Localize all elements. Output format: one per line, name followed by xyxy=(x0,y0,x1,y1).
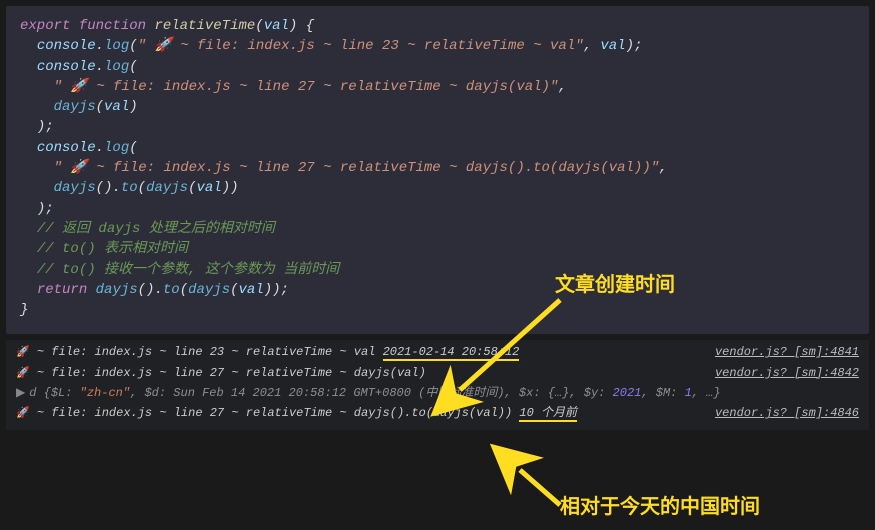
console-log-row: 🚀 ~ file: index.js ~ line 23 ~ relativeT… xyxy=(16,342,859,363)
rocket-icon: 🚀 xyxy=(16,368,30,380)
code-line: ); xyxy=(20,117,855,137)
console-source-link[interactable]: vendor.js? [sm]:4846 xyxy=(715,404,859,422)
code-editor-panel: export function relativeTime(val) { cons… xyxy=(6,6,869,334)
code-line: ); xyxy=(20,199,855,219)
console-panel: 🚀 ~ file: index.js ~ line 23 ~ relativeT… xyxy=(6,340,869,430)
rocket-icon: 🚀 xyxy=(16,347,30,359)
code-line: " 🚀 ~ file: index.js ~ line 27 ~ relativ… xyxy=(20,77,855,97)
console-source-link[interactable]: vendor.js? [sm]:4841 xyxy=(715,343,859,361)
code-line: " 🚀 ~ file: index.js ~ line 27 ~ relativ… xyxy=(20,158,855,178)
highlighted-relative-time: 10 个月前 xyxy=(519,406,577,422)
code-line: dayjs(val) xyxy=(20,97,855,117)
code-line: console.log(" 🚀 ~ file: index.js ~ line … xyxy=(20,36,855,56)
code-line: // to() 表示相对时间 xyxy=(20,239,855,259)
code-line: dayjs().to(dayjs(val)) xyxy=(20,178,855,198)
code-line: console.log( xyxy=(20,57,855,77)
rocket-icon: 🚀 xyxy=(16,408,30,420)
code-line: export function relativeTime(val) { xyxy=(20,16,855,36)
annotation-label-relative-time: 相对于今天的中国时间 xyxy=(560,490,760,519)
expand-triangle-icon[interactable]: ▶ xyxy=(16,384,25,402)
code-line: console.log( xyxy=(20,138,855,158)
code-line: // to() 接收一个参数, 这个参数为 当前时间 xyxy=(20,260,855,280)
code-line: // 返回 dayjs 处理之后的相对时间 xyxy=(20,219,855,239)
code-line: } xyxy=(20,300,855,320)
console-log-row: 🚀 ~ file: index.js ~ line 27 ~ relativeT… xyxy=(16,403,859,424)
console-log-row: 🚀 ~ file: index.js ~ line 27 ~ relativeT… xyxy=(16,363,859,384)
console-source-link[interactable]: vendor.js? [sm]:4842 xyxy=(715,364,859,382)
highlighted-timestamp: 2021-02-14 20:58:12 xyxy=(383,345,520,361)
code-line: return dayjs().to(dayjs(val)); xyxy=(20,280,855,300)
console-object-row[interactable]: ▶d {$L: "zh-cn", $d: Sun Feb 14 2021 20:… xyxy=(16,383,859,403)
